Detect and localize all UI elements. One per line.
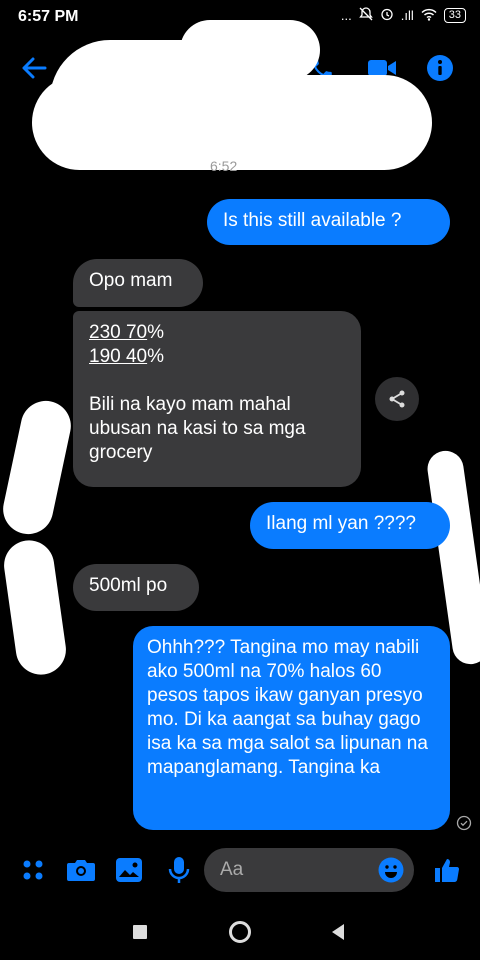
- message-bubble-sent[interactable]: Is this still available ?: [207, 199, 450, 245]
- share-button[interactable]: [375, 377, 419, 421]
- message-timestamp: 6:52: [210, 158, 238, 174]
- redaction-mark: [180, 20, 320, 80]
- gallery-icon[interactable]: [112, 852, 146, 888]
- info-icon[interactable]: [424, 52, 456, 84]
- share-icon: [389, 390, 405, 408]
- status-time: 6:57 PM: [18, 8, 79, 25]
- wifi-icon: [421, 8, 437, 24]
- message-input[interactable]: [218, 858, 372, 882]
- redaction-mark: [0, 396, 76, 539]
- recents-button[interactable]: [120, 912, 160, 952]
- message-bubble-sent[interactable]: Ilang ml yan ????: [250, 502, 450, 549]
- home-button[interactable]: [220, 912, 260, 952]
- emoji-icon[interactable]: [378, 857, 404, 888]
- price-line: 190 40%: [89, 346, 165, 367]
- price-line: 230 70%: [89, 322, 165, 343]
- mute-icon: [358, 7, 373, 24]
- status-icons: ... .ıll 33: [341, 7, 466, 24]
- redaction-mark: [32, 75, 432, 170]
- camera-icon[interactable]: [64, 852, 98, 888]
- microphone-icon[interactable]: [162, 852, 196, 888]
- battery-indicator: 33: [443, 8, 466, 23]
- alarm-icon: [380, 7, 394, 24]
- back-button[interactable]: [318, 912, 358, 952]
- message-bubble-received[interactable]: 500ml po: [73, 564, 199, 611]
- notification-dots: ...: [340, 8, 352, 23]
- signal-icon: .ıll: [400, 8, 414, 23]
- message-text: Bili na kayo mam mahal ubusan na kasi to…: [89, 394, 306, 463]
- message-bubble-received[interactable]: Opo mam: [73, 259, 203, 307]
- like-icon[interactable]: [430, 852, 464, 888]
- message-bubble-sent[interactable]: Ohhh??? Tangina mo may nabili ako 500ml …: [133, 626, 450, 830]
- message-bubble-received[interactable]: 230 70% 190 40% Bili na kayo mam mahal u…: [73, 311, 361, 487]
- more-options-icon[interactable]: [16, 852, 50, 888]
- back-arrow-icon[interactable]: [18, 52, 50, 84]
- redaction-mark: [0, 537, 70, 678]
- read-receipt-icon: [456, 815, 472, 836]
